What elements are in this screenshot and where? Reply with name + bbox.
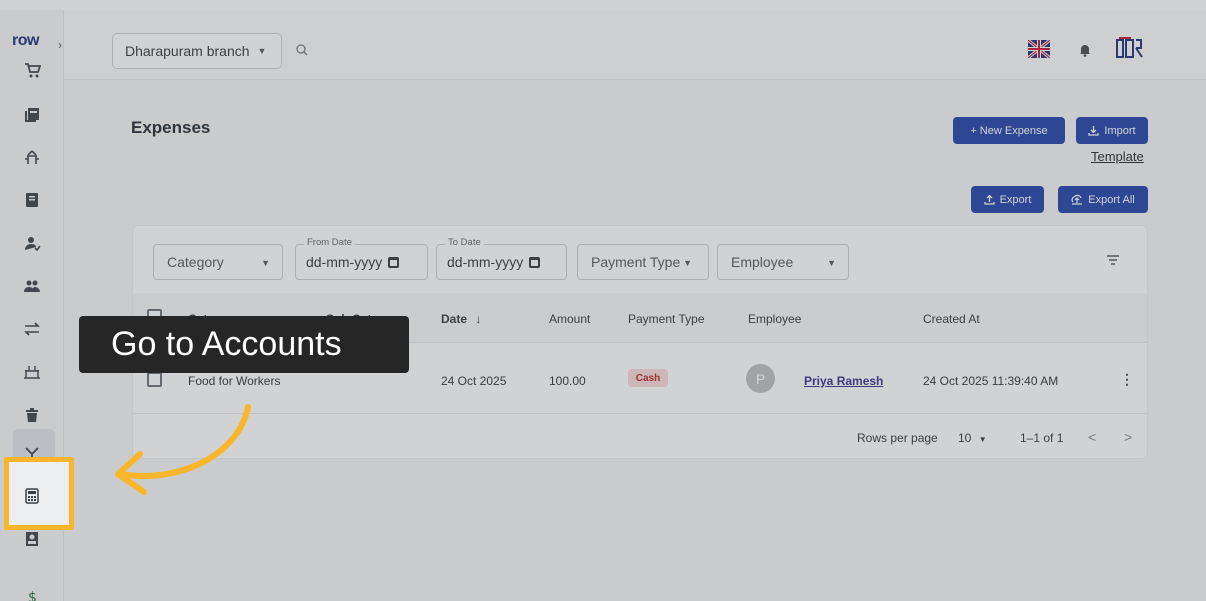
accounts-highlight-box: [4, 457, 74, 530]
prev-page-button[interactable]: <: [1088, 429, 1096, 445]
row-divider: [133, 413, 1147, 414]
export-all-label: Export All: [1088, 193, 1135, 206]
cell-amount: 100.00: [549, 374, 586, 388]
top-strip: [0, 0, 1206, 10]
new-expense-button[interactable]: + New Expense: [953, 117, 1065, 144]
rows-per-page-label: Rows per page: [857, 431, 938, 445]
header-amount[interactable]: Amount: [549, 312, 590, 326]
row-actions-icon[interactable]: ⋮: [1120, 371, 1134, 388]
next-page-button[interactable]: >: [1124, 429, 1132, 445]
employee-filter-label: Employee: [731, 254, 794, 270]
category-filter[interactable]: Category ▼: [153, 244, 283, 280]
row-checkbox[interactable]: [147, 372, 162, 387]
header-employee[interactable]: Employee: [748, 312, 801, 326]
template-link[interactable]: Template: [1091, 149, 1144, 164]
cell-date: 24 Oct 2025: [441, 374, 507, 388]
header-date-label: Date: [441, 312, 468, 326]
user-icon[interactable]: [20, 231, 44, 255]
import-button[interactable]: Import: [1076, 117, 1148, 144]
money-icon[interactable]: $: [20, 585, 44, 601]
transfer-icon[interactable]: [20, 317, 44, 341]
to-date-value: dd-mm-yyyy: [447, 254, 524, 270]
employee-link[interactable]: Priya Ramesh: [804, 374, 883, 388]
caret-down-icon: ▼: [257, 46, 267, 56]
payment-type-filter[interactable]: Payment Type ▼: [577, 244, 709, 280]
to-date-label: To Date: [445, 237, 484, 248]
tooltip-callout: Go to Accounts: [79, 316, 409, 373]
pos-icon[interactable]: [20, 58, 44, 82]
svg-text:$: $: [28, 590, 37, 601]
upload-icon: [983, 194, 995, 205]
caret-down-icon: ▼: [683, 258, 692, 268]
branch-selector[interactable]: Dharapuram branch ▼: [112, 33, 282, 69]
caret-down-icon: ▼: [261, 258, 270, 268]
pagination-range: 1–1 of 1: [1020, 431, 1064, 445]
app-window: row › $ Dharapuram branch ▼ Expenses + N…: [0, 10, 1206, 601]
from-date-field[interactable]: From Date dd-mm-yyyy: [295, 237, 428, 280]
brand-logo-icon[interactable]: [1116, 37, 1144, 59]
top-bar: Dharapuram branch ▼: [64, 10, 1206, 80]
header-created-at[interactable]: Created At: [923, 312, 980, 326]
export-label: Export: [999, 193, 1032, 206]
export-button[interactable]: Export: [971, 186, 1044, 213]
branch-name: Dharapuram branch: [125, 43, 250, 59]
category-filter-label: Category: [167, 254, 224, 270]
from-date-label: From Date: [304, 237, 355, 248]
cloud-upload-icon: [1071, 194, 1083, 205]
uk-flag-icon[interactable]: [1028, 40, 1050, 58]
avatar: P: [746, 364, 775, 393]
caret-down-icon: ▼: [978, 435, 987, 444]
from-date-value: dd-mm-yyyy: [306, 254, 383, 270]
calendar-icon[interactable]: [529, 256, 541, 268]
search-icon[interactable]: [295, 43, 309, 57]
header-payment-type[interactable]: Payment Type: [628, 312, 705, 326]
payment-type-filter-label: Payment Type: [591, 254, 681, 270]
menu-book-icon[interactable]: [20, 188, 44, 212]
rows-per-page-select[interactable]: 10 ▼: [958, 431, 987, 445]
to-date-field[interactable]: To Date dd-mm-yyyy: [436, 237, 567, 280]
app-logo[interactable]: row: [12, 32, 39, 50]
filter-icon[interactable]: [1106, 254, 1120, 266]
new-expense-label: + New Expense: [970, 124, 1048, 137]
curved-arrow-icon: [115, 404, 251, 495]
employee-filter[interactable]: Employee ▼: [717, 244, 849, 280]
export-all-button[interactable]: Export All: [1058, 186, 1148, 213]
download-icon: [1088, 126, 1100, 136]
import-label: Import: [1104, 124, 1136, 137]
trash-icon[interactable]: [20, 403, 44, 427]
caret-down-icon: ▼: [827, 258, 836, 268]
cell-created-at: 24 Oct 2025 11:39:40 AM: [923, 374, 1059, 388]
person-card-icon[interactable]: [20, 527, 44, 551]
bell-icon[interactable]: [1079, 43, 1091, 57]
rows-per-page-value: 10: [958, 431, 972, 445]
users-icon[interactable]: [20, 274, 44, 298]
copy-icon[interactable]: [20, 103, 44, 127]
payment-type-badge: Cash: [628, 369, 668, 387]
sort-arrow-icon: ↓: [475, 312, 482, 326]
inventory-icon[interactable]: [20, 360, 44, 384]
header-date[interactable]: Date ↓: [441, 312, 481, 326]
dining-icon[interactable]: [20, 145, 44, 169]
cell-category: Food for Workers: [188, 374, 281, 388]
chevron-right-icon[interactable]: ›: [58, 38, 62, 52]
page-title: Expenses: [131, 118, 211, 137]
calendar-icon[interactable]: [388, 256, 400, 268]
